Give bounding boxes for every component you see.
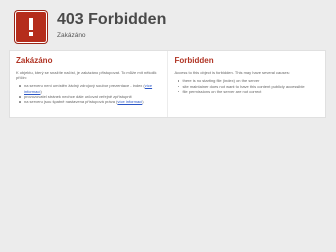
more-info-link[interactable]: více informací: [117, 99, 142, 104]
info-panel: Zakázáno K objektu, který se snažíte nač…: [9, 50, 326, 118]
error-header: 403 Forbidden Zakázáno: [10, 10, 326, 46]
list-item-text: na serveru není umístěn žádný zdrojový s…: [24, 83, 145, 89]
list-item-text-end: ): [40, 88, 42, 94]
english-intro: Access to this object is forbidden. This…: [174, 70, 290, 75]
list-item: file permissions on the server are not c…: [177, 89, 318, 94]
czech-heading: Zakázáno: [16, 56, 53, 65]
list-item: na serveru není umístěn žádný zdrojový s…: [19, 83, 159, 94]
list-item-text: provozovatel stránek nechce dále určovat…: [24, 94, 132, 99]
english-heading: Forbidden: [174, 56, 214, 65]
english-column: Forbidden Access to this object is forbi…: [166, 51, 326, 117]
list-item-text-end: ): [142, 99, 144, 105]
header-titles: 403 Forbidden Zakázáno: [57, 10, 166, 40]
list-item: na serveru jsou špatně nastavena přístup…: [19, 99, 159, 105]
page-title: 403 Forbidden: [57, 11, 167, 28]
page-subtitle: Zakázáno: [57, 32, 86, 39]
czech-column: Zakázáno K objektu, který se snažíte nač…: [10, 51, 167, 117]
english-cause-list: there is no starting file (index) on the…: [173, 78, 318, 94]
alert-exclamation-icon: [15, 11, 47, 43]
czech-intro: K objektu, který se snažíte načíst, je z…: [16, 70, 157, 81]
czech-cause-list: na serveru není umístěn žádný zdrojový s…: [14, 83, 159, 104]
list-item-text: na serveru jsou špatně nastavena přístup…: [24, 99, 118, 105]
